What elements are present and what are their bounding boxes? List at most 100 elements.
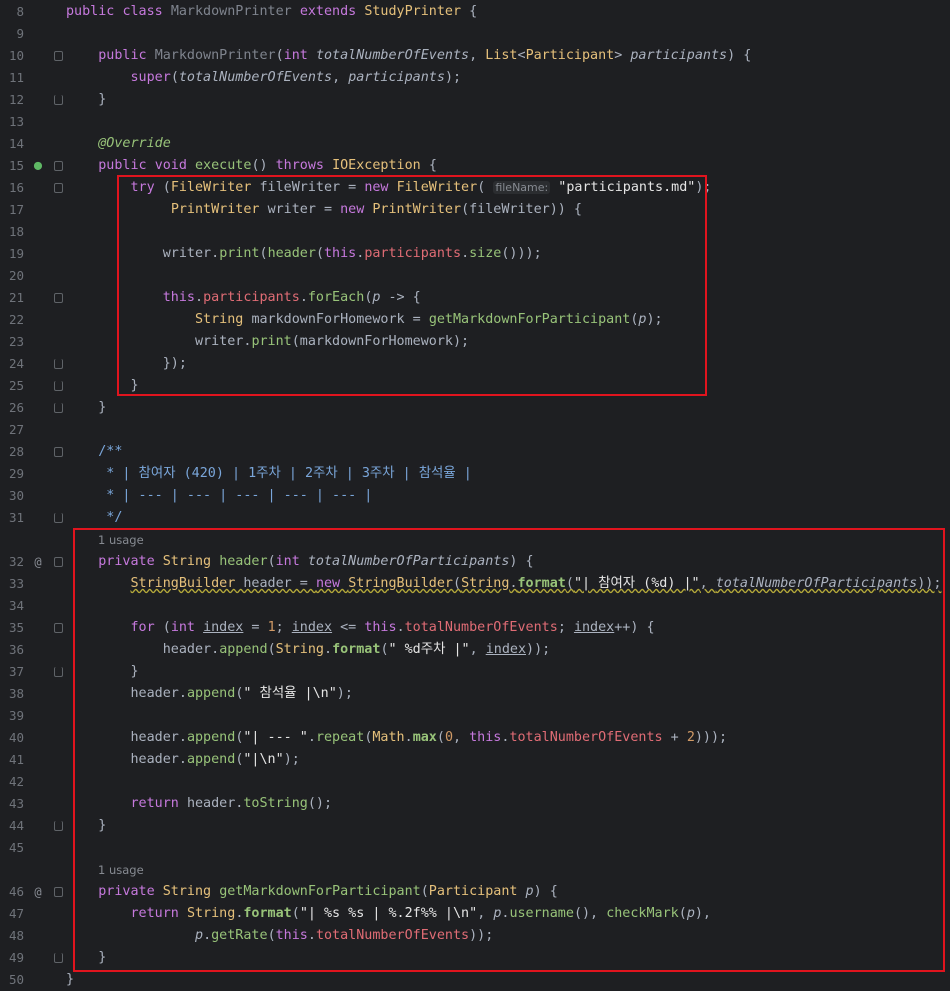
code-text[interactable]: } xyxy=(66,947,106,969)
code-text[interactable]: String markdownForHomework = getMarkdown… xyxy=(66,309,663,331)
usage-count-hint[interactable]: 1 usage xyxy=(98,859,144,881)
override-icon[interactable]: ⬤ xyxy=(30,155,46,177)
code-text[interactable]: header.append(" 참석율 |\n"); xyxy=(66,683,352,705)
code-text[interactable]: } xyxy=(66,969,74,991)
code-text[interactable]: PrintWriter writer = new PrintWriter(fil… xyxy=(66,199,582,221)
code-line[interactable]: 46 @ private String getMarkdownForPartici… xyxy=(0,881,950,903)
code-text[interactable]: } xyxy=(66,661,138,683)
code-line[interactable]: 47 return String.format("| %s %s | %.2f%… xyxy=(0,903,950,925)
at-icon[interactable]: @ xyxy=(30,881,46,903)
code-text[interactable]: return header.toString(); xyxy=(66,793,333,815)
code-line[interactable]: 41 header.append("|\n"); xyxy=(0,749,950,771)
code-line[interactable]: 33 StringBuilder header = new StringBuil… xyxy=(0,573,950,595)
fold-marker-icon[interactable] xyxy=(54,403,63,413)
code-text[interactable]: * | 참여자 (420) | 1주차 | 2주차 | 3주차 | 참석율 | xyxy=(66,463,472,485)
code-text[interactable]: } xyxy=(66,89,106,111)
code-line[interactable]: 36 header.append(String.format(" %d주차 |"… xyxy=(0,639,950,661)
fold-marker-icon[interactable] xyxy=(54,667,63,677)
code-text[interactable]: this.participants.forEach(p -> { xyxy=(66,287,421,309)
code-text[interactable]: } xyxy=(66,397,106,419)
code-line[interactable]: 35 for (int index = 1; index <= this.tot… xyxy=(0,617,950,639)
code-text[interactable]: private String getMarkdownForParticipant… xyxy=(66,881,558,903)
code-text[interactable]: writer.print(header(this.participants.si… xyxy=(66,243,542,265)
code-line[interactable]: 50} xyxy=(0,969,950,991)
code-text[interactable]: public void execute() throws IOException… xyxy=(66,155,437,177)
code-line[interactable]: 21 this.participants.forEach(p -> { xyxy=(0,287,950,309)
code-text[interactable]: header.append("| --- ".repeat(Math.max(0… xyxy=(66,727,727,749)
code-text[interactable]: for (int index = 1; index <= this.totalN… xyxy=(66,617,655,639)
code-line[interactable]: 17 PrintWriter writer = new PrintWriter(… xyxy=(0,199,950,221)
code-line[interactable]: 10 public MarkdownPrinter(int totalNumbe… xyxy=(0,45,950,67)
code-line[interactable]: 26 } xyxy=(0,397,950,419)
code-line[interactable]: 14 @Override xyxy=(0,133,950,155)
code-text[interactable]: super(totalNumberOfEvents, participants)… xyxy=(66,67,462,89)
code-text[interactable]: @Override xyxy=(66,133,171,155)
code-text[interactable]: try (FileWriter fileWriter = new FileWri… xyxy=(66,177,712,199)
code-line[interactable]: 12 } xyxy=(0,89,950,111)
fold-marker-icon[interactable] xyxy=(54,381,63,391)
fold-marker-icon[interactable] xyxy=(54,447,63,457)
code-text[interactable]: public class MarkdownPrinter extends Stu… xyxy=(66,1,477,23)
code-line[interactable]: 32 @ private String header(int totalNumbe… xyxy=(0,551,950,573)
fold-marker-icon[interactable] xyxy=(54,513,63,523)
fold-marker-icon[interactable] xyxy=(54,953,63,963)
code-text[interactable]: return String.format("| %s %s | %.2f%% |… xyxy=(66,903,712,925)
fold-marker-icon[interactable] xyxy=(54,821,63,831)
fold-marker-icon[interactable] xyxy=(54,161,63,171)
code-line[interactable]: 15 ⬤ public void execute() throws IOExcep… xyxy=(0,155,950,177)
code-text[interactable]: public MarkdownPrinter(int totalNumberOf… xyxy=(66,45,751,67)
code-line[interactable]: 38 header.append(" 참석율 |\n"); xyxy=(0,683,950,705)
code-text[interactable]: } xyxy=(66,815,106,837)
fold-marker-icon[interactable] xyxy=(54,51,63,61)
code-text[interactable]: header.append(String.format(" %d주차 |", i… xyxy=(66,639,550,661)
code-line[interactable]: 37 } xyxy=(0,661,950,683)
fold-marker-icon[interactable] xyxy=(54,557,63,567)
code-line[interactable]: 24 }); xyxy=(0,353,950,375)
code-line[interactable]: 45 xyxy=(0,837,950,859)
code-line[interactable]: 25 } xyxy=(0,375,950,397)
code-text[interactable]: header.append("|\n"); xyxy=(66,749,299,771)
code-line[interactable]: 20 xyxy=(0,265,950,287)
code-line[interactable]: 16 try (FileWriter fileWriter = new File… xyxy=(0,177,950,199)
usage-count-hint[interactable]: 1 usage xyxy=(98,529,144,551)
code-line[interactable]: 30 * | --- | --- | --- | --- | --- | xyxy=(0,485,950,507)
code-line[interactable]: 27 xyxy=(0,419,950,441)
code-line[interactable]: 19 writer.print(header(this.participants… xyxy=(0,243,950,265)
fold-marker-icon[interactable] xyxy=(54,293,63,303)
usage-hint-row[interactable]: 1 usage xyxy=(0,859,950,881)
code-line[interactable]: 29 * | 참여자 (420) | 1주차 | 2주차 | 3주차 | 참석율… xyxy=(0,463,950,485)
fold-marker-icon[interactable] xyxy=(54,359,63,369)
code-text[interactable]: } xyxy=(66,375,138,397)
code-line[interactable]: 28 /** xyxy=(0,441,950,463)
code-text[interactable]: }); xyxy=(66,353,187,375)
fold-marker-icon[interactable] xyxy=(54,623,63,633)
code-line[interactable]: 39 xyxy=(0,705,950,727)
code-line[interactable]: 22 String markdownForHomework = getMarkd… xyxy=(0,309,950,331)
code-line[interactable]: 42 xyxy=(0,771,950,793)
code-editor[interactable]: 8 public class MarkdownPrinter extends St… xyxy=(0,0,950,987)
code-line[interactable]: 11 super(totalNumberOfEvents, participan… xyxy=(0,67,950,89)
code-line[interactable]: 49 } xyxy=(0,947,950,969)
fold-marker-icon[interactable] xyxy=(54,95,63,105)
code-line[interactable]: 40 header.append("| --- ".repeat(Math.ma… xyxy=(0,727,950,749)
code-line[interactable]: 13 xyxy=(0,111,950,133)
code-line[interactable]: 9 xyxy=(0,23,950,45)
code-line[interactable]: 8 public class MarkdownPrinter extends St… xyxy=(0,1,950,23)
code-text[interactable]: /** xyxy=(66,441,122,463)
code-text[interactable]: writer.print(markdownForHomework); xyxy=(66,331,469,353)
code-line[interactable]: 18 xyxy=(0,221,950,243)
code-line[interactable]: 31 */ xyxy=(0,507,950,529)
code-line[interactable]: 44 } xyxy=(0,815,950,837)
code-text[interactable]: * | --- | --- | --- | --- | --- | xyxy=(66,485,372,507)
code-line[interactable]: 34 xyxy=(0,595,950,617)
usage-hint-row[interactable]: 1 usage xyxy=(0,529,950,551)
code-text[interactable]: StringBuilder header = new StringBuilder… xyxy=(66,573,942,595)
code-text[interactable]: private String header(int totalNumberOfP… xyxy=(66,551,533,573)
at-icon[interactable]: @ xyxy=(30,551,46,573)
code-text[interactable]: p.getRate(this.totalNumberOfEvents)); xyxy=(66,925,493,947)
code-line[interactable]: 48 p.getRate(this.totalNumberOfEvents)); xyxy=(0,925,950,947)
code-line[interactable]: 23 writer.print(markdownForHomework); xyxy=(0,331,950,353)
code-text[interactable]: */ xyxy=(66,507,122,529)
code-line[interactable]: 43 return header.toString(); xyxy=(0,793,950,815)
fold-marker-icon[interactable] xyxy=(54,183,63,193)
